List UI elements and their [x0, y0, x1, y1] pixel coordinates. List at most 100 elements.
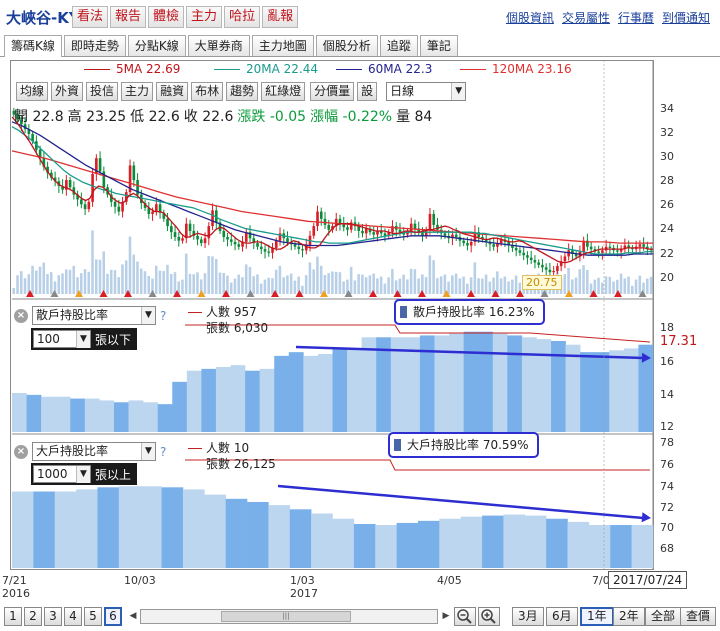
bollinger-button[interactable]: 布林 — [191, 82, 224, 101]
retail-tick: 12 — [660, 420, 674, 433]
major-share-count: 張數 26,125 — [206, 457, 276, 471]
retail-tick: 18 — [660, 321, 674, 334]
x-tick-date: 10/03 — [124, 574, 156, 587]
trust-button[interactable]: 投信 — [86, 82, 119, 101]
major-indicator-select[interactable]: 大戶持股比率 ▼ — [32, 442, 156, 461]
bottom-bar: 1 2 3 4 5 6 ◀ ||| ▶ 3月 6月 1年 2年 全部 查價 — [0, 605, 720, 629]
view-button[interactable]: 看法 — [72, 6, 109, 28]
page-button[interactable]: 2 — [24, 607, 42, 626]
close-icon[interactable]: × — [14, 308, 28, 323]
chevron-down-icon: ▼ — [141, 307, 155, 324]
random-report-button[interactable]: 亂報 — [262, 6, 299, 28]
page-button-active[interactable]: 6 — [104, 607, 122, 626]
major-tick: 74 — [660, 480, 674, 493]
trading-attr-link[interactable]: 交易屬性 — [562, 9, 610, 26]
major-threshold-value: 1000 — [37, 467, 68, 481]
price-volume-button[interactable]: 分價量 — [310, 82, 355, 101]
main-force-toggle[interactable]: 主力 — [121, 82, 154, 101]
tab-chip-kline[interactable]: 籌碼K線 — [4, 35, 62, 57]
tab-tracking[interactable]: 追蹤 — [379, 35, 418, 56]
trend-button[interactable]: 趨勢 — [226, 82, 259, 101]
price-tick: 32 — [660, 126, 674, 139]
report-button[interactable]: 報告 — [110, 6, 147, 28]
price-change-pct: 漲幅 -0.22% — [310, 109, 393, 125]
major-tick: 70 — [660, 521, 674, 534]
major-threshold-select[interactable]: 1000 ▼ — [33, 465, 91, 483]
page-button[interactable]: 1 — [4, 607, 22, 626]
range-3m-button[interactable]: 3月 — [512, 607, 544, 626]
major-threshold-label: 張以上 — [95, 467, 132, 482]
major-threshold-box: 1000 ▼ 張以上 — [31, 463, 138, 485]
retail-threshold-select[interactable]: 100 ▼ — [33, 330, 91, 348]
retail-people-count: 人數 957 — [206, 305, 257, 319]
ma120-legend: 120MA 23.16 — [460, 62, 572, 76]
ma120-swatch — [460, 68, 486, 70]
chart-toolbar: 均線 外資 投信 主力 融資 布林 趨勢 紅綠燈 分價量 設 日線 ▼ — [16, 82, 467, 101]
page-button[interactable]: 5 — [84, 607, 102, 626]
tab-big-brokers[interactable]: 大單券商 — [187, 35, 250, 56]
traffic-light-button[interactable]: 紅綠燈 — [261, 82, 306, 101]
price-alert-link[interactable]: 到價通知 — [662, 9, 710, 26]
close-icon[interactable]: × — [14, 444, 28, 459]
health-check-button[interactable]: 體檢 — [148, 6, 185, 28]
range-2y-button[interactable]: 2年 — [613, 607, 645, 626]
ma-button[interactable]: 均線 — [16, 82, 49, 101]
price-tick: 22 — [660, 247, 674, 260]
price-change: 漲跌 -0.05 — [237, 109, 307, 125]
tab-notes[interactable]: 筆記 — [419, 35, 458, 56]
ma5-legend: 5MA 22.69 — [84, 62, 180, 76]
x-tick-year: 2016 — [2, 587, 30, 600]
ma120-label: 120MA 23.16 — [492, 62, 572, 76]
zoom-in-icon — [481, 609, 496, 624]
tab-branch-kline[interactable]: 分點K線 — [127, 35, 186, 56]
help-icon[interactable]: ? — [160, 445, 166, 459]
price-tick: 30 — [660, 150, 674, 163]
period-value: 日線 — [390, 84, 415, 98]
price-lookup-button[interactable]: 查價 — [680, 607, 717, 626]
open-price: 開 22.8 — [14, 109, 64, 125]
people-swatch — [188, 311, 202, 313]
ma20-label: 20MA 22.44 — [246, 62, 318, 76]
people-swatch — [188, 447, 202, 449]
zoom-in-button[interactable] — [478, 607, 500, 626]
scroll-thumb[interactable]: ||| — [221, 611, 351, 622]
price-tick: 20 — [660, 271, 674, 284]
quote-line: 開 22.8 高 23.25 低 22.6 收 22.6 漲跌 -0.05 漲幅… — [14, 106, 436, 126]
calendar-link[interactable]: 行事曆 — [618, 9, 654, 26]
retail-threshold-label: 張以下 — [95, 332, 132, 347]
retail-tick: 16 — [660, 355, 674, 368]
chevron-down-icon: ▼ — [141, 443, 155, 460]
retail-legend: 人數 957 張數 6,030 — [188, 304, 268, 336]
major-ratio-text: 大戶持股比率 70.59% — [407, 438, 529, 452]
tab-main-force-map[interactable]: 主力地圖 — [251, 35, 314, 56]
settings-button[interactable]: 設 — [357, 82, 378, 101]
main-force-button[interactable]: 主力 — [186, 6, 223, 28]
range-1y-button[interactable]: 1年 — [580, 607, 614, 626]
foreign-button[interactable]: 外資 — [51, 82, 84, 101]
ma-legend: 5MA 22.69 20MA 22.44 60MA 22.3 120MA 23.… — [0, 60, 720, 78]
major-indicator-value: 大戶持股比率 — [36, 444, 109, 458]
tab-stock-analysis[interactable]: 個股分析 — [315, 35, 378, 56]
chevron-down-icon: ▼ — [76, 331, 90, 348]
scroll-left-icon[interactable]: ◀ — [127, 610, 139, 623]
range-6m-button[interactable]: 6月 — [546, 607, 578, 626]
horizontal-scrollbar[interactable]: ||| — [140, 609, 438, 624]
help-icon[interactable]: ? — [160, 309, 166, 323]
close-price: 收 22.6 — [183, 109, 234, 125]
period-select[interactable]: 日線 ▼ — [386, 82, 467, 101]
ma60-label: 60MA 22.3 — [368, 62, 433, 76]
stock-name: 大峽谷-KY — [6, 9, 80, 27]
range-all-button[interactable]: 全部 — [645, 607, 682, 626]
scroll-right-icon[interactable]: ▶ — [440, 610, 452, 623]
page-button[interactable]: 4 — [64, 607, 82, 626]
tab-intraday[interactable]: 即時走勢 — [63, 35, 126, 56]
price-tick: 26 — [660, 198, 674, 211]
margin-button[interactable]: 融資 — [156, 82, 189, 101]
zoom-out-button[interactable] — [454, 607, 476, 626]
chat-button[interactable]: 哈拉 — [224, 6, 261, 28]
ma60-swatch — [336, 68, 362, 70]
retail-indicator-select[interactable]: 散戶持股比率 ▼ — [32, 306, 156, 325]
page-button[interactable]: 3 — [44, 607, 62, 626]
x-tick-year: 2017 — [290, 587, 318, 600]
stock-info-link[interactable]: 個股資訊 — [506, 9, 554, 26]
